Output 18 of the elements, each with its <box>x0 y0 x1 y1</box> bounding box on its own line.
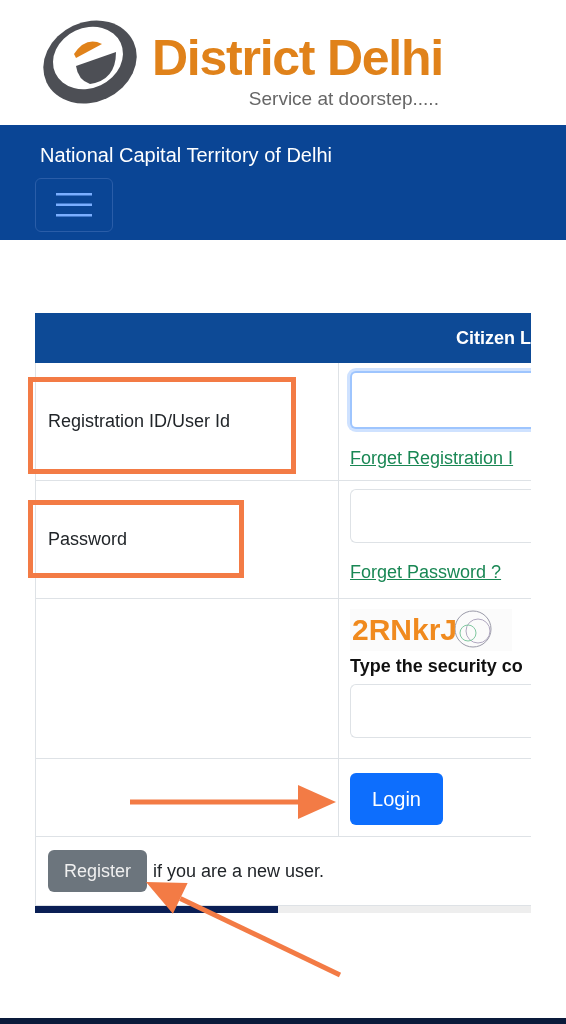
navbar-title: National Capital Territory of Delhi <box>40 143 332 168</box>
field-label: Password <box>48 529 128 549</box>
register-text: if you are a new user. <box>153 859 325 883</box>
input-field[interactable] <box>350 489 531 543</box>
input-field[interactable] <box>350 371 531 429</box>
logo-title: District Delhi <box>152 29 443 88</box>
menu-icon <box>56 192 92 218</box>
logo-tagline: Service at doorstep..... <box>248 88 439 110</box>
captcha-prompt: Type the security co <box>350 655 524 678</box>
login-button[interactable]: Login <box>350 773 443 825</box>
forgot-link[interactable]: Forget Registration I <box>350 445 531 472</box>
field-label: Registration ID/User Id <box>48 411 231 431</box>
forgot-link[interactable]: Forget Password ? <box>350 559 531 586</box>
captcha-image: 2RNkrJ <box>350 609 512 651</box>
table-heading: Citizen L <box>456 326 531 350</box>
menu-button[interactable] <box>35 178 113 232</box>
register-button[interactable]: Register <box>48 850 147 892</box>
captcha-input[interactable] <box>350 684 531 738</box>
